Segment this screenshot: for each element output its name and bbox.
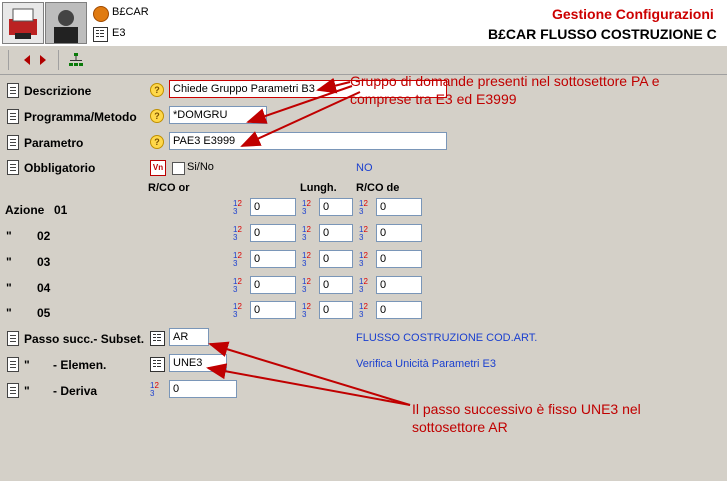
arrow-to-programma [246, 85, 353, 124]
bottom-annotation: Il passo successivo è fisso UNE3 nel sot… [412, 401, 641, 435]
top-annotation: Gruppo di domande presenti nel sottosett… [350, 73, 660, 107]
